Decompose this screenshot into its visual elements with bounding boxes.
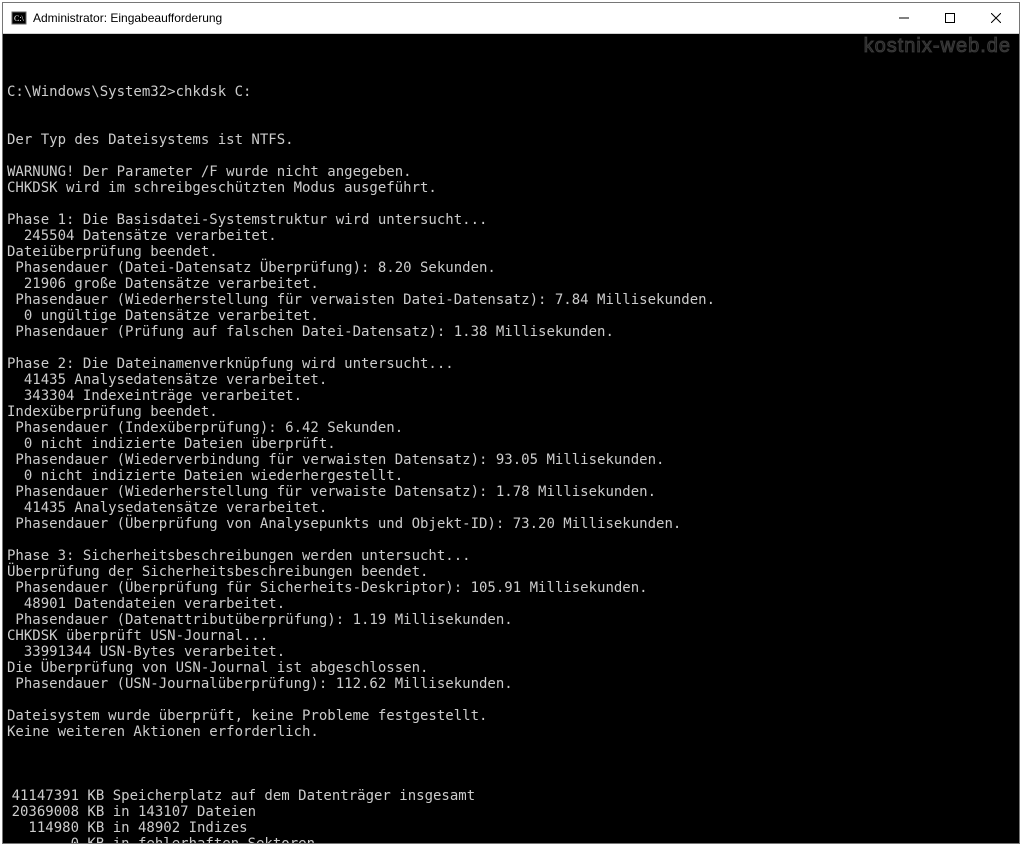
summary-num: 0 (7, 836, 79, 843)
console-output[interactable]: kostnix-web.de C:\Windows\System32>chkds… (3, 34, 1019, 843)
output-line: Phase 2: Die Dateinamenverknüpfung wird … (7, 356, 1015, 372)
output-line: Phase 3: Sicherheitsbeschreibungen werde… (7, 548, 1015, 564)
output-line: Die Überprüfung von USN-Journal ist abge… (7, 660, 1015, 676)
summary-num: 20369008 (7, 804, 79, 820)
output-line: Phasendauer (Datenattributüberprüfung): … (7, 612, 1015, 628)
close-button[interactable] (973, 3, 1019, 33)
output-line: 33991344 USN-Bytes verarbeitet. (7, 644, 1015, 660)
output-line: Phasendauer (Wiederverbindung für verwai… (7, 452, 1015, 468)
output-line: 343304 Indexeinträge verarbeitet. (7, 388, 1015, 404)
prompt-text: C:\Windows\System32> (7, 84, 176, 100)
output-line: WARNUNG! Der Parameter /F wurde nicht an… (7, 164, 1015, 180)
summary-text: KB in 48902 Indizes (79, 820, 248, 836)
output-line: 21906 große Datensätze verarbeitet. (7, 276, 1015, 292)
output-line (7, 532, 1015, 548)
summary-line: 114980 KB in 48902 Indizes (7, 820, 1015, 836)
minimize-button[interactable] (881, 3, 927, 33)
output-line: 41435 Analysedatensätze verarbeitet. (7, 500, 1015, 516)
summary-text: KB in fehlerhaften Sektoren (79, 836, 315, 843)
output-line (7, 148, 1015, 164)
output-line: Phasendauer (Wiederherstellung für verwa… (7, 292, 1015, 308)
cmd-icon: C:\ (11, 10, 27, 26)
summary-line: 41147391 KB Speicherplatz auf dem Datent… (7, 788, 1015, 804)
output-line: Phasendauer (Indexüberprüfung): 6.42 Sek… (7, 420, 1015, 436)
summary-num: 41147391 (7, 788, 79, 804)
window-title: Administrator: Eingabeaufforderung (33, 11, 222, 25)
output-line: CHKDSK wird im schreibgeschützten Modus … (7, 180, 1015, 196)
output-line: Indexüberprüfung beendet. (7, 404, 1015, 420)
output-line: Dateisystem wurde überprüft, keine Probl… (7, 708, 1015, 724)
output-block: Der Typ des Dateisystems ist NTFS. WARNUN… (7, 132, 1015, 756)
output-line: CHKDSK überprüft USN-Journal... (7, 628, 1015, 644)
svg-text:C:\: C:\ (14, 14, 25, 23)
output-line (7, 692, 1015, 708)
output-line: 41435 Analysedatensätze verarbeitet. (7, 372, 1015, 388)
output-line: Der Typ des Dateisystems ist NTFS. (7, 132, 1015, 148)
summary-block: 41147391 KB Speicherplatz auf dem Datent… (7, 788, 1015, 843)
summary-line: 0 KB in fehlerhaften Sektoren (7, 836, 1015, 843)
output-line: Phasendauer (Prüfung auf falschen Datei-… (7, 324, 1015, 340)
prompt-line: C:\Windows\System32>chkdsk C: (7, 84, 1015, 100)
output-line (7, 740, 1015, 756)
output-line: Phasendauer (Überprüfung von Analysepunk… (7, 516, 1015, 532)
output-line: 245504 Datensätze verarbeitet. (7, 228, 1015, 244)
output-line: Keine weiteren Aktionen erforderlich. (7, 724, 1015, 740)
output-line: Phase 1: Die Basisdatei-Systemstruktur w… (7, 212, 1015, 228)
output-line: Phasendauer (USN-Journalüberprüfung): 11… (7, 676, 1015, 692)
output-line (7, 196, 1015, 212)
summary-line: 20369008 KB in 143107 Dateien (7, 804, 1015, 820)
output-line: Phasendauer (Wiederherstellung für verwa… (7, 484, 1015, 500)
titlebar[interactable]: C:\ Administrator: Eingabeaufforderung (3, 3, 1019, 34)
summary-text: KB in 143107 Dateien (79, 804, 256, 820)
watermark: kostnix-web.de (864, 38, 1011, 54)
output-line: 0 ungültige Datensätze verarbeitet. (7, 308, 1015, 324)
output-line: Dateiüberprüfung beendet. (7, 244, 1015, 260)
command-text: chkdsk C: (176, 84, 252, 100)
maximize-button[interactable] (927, 3, 973, 33)
summary-text: KB Speicherplatz auf dem Datenträger ins… (79, 788, 475, 804)
output-line: Phasendauer (Überprüfung für Sicherheits… (7, 580, 1015, 596)
summary-num: 114980 (7, 820, 79, 836)
output-line: 48901 Datendateien verarbeitet. (7, 596, 1015, 612)
output-line: 0 nicht indizierte Dateien überprüft. (7, 436, 1015, 452)
output-line: Phasendauer (Datei-Datensatz Überprüfung… (7, 260, 1015, 276)
output-line (7, 340, 1015, 356)
output-line: 0 nicht indizierte Dateien wiederhergest… (7, 468, 1015, 484)
cmd-window: C:\ Administrator: Eingabeaufforderung k… (2, 2, 1020, 844)
output-line: Überprüfung der Sicherheitsbeschreibunge… (7, 564, 1015, 580)
